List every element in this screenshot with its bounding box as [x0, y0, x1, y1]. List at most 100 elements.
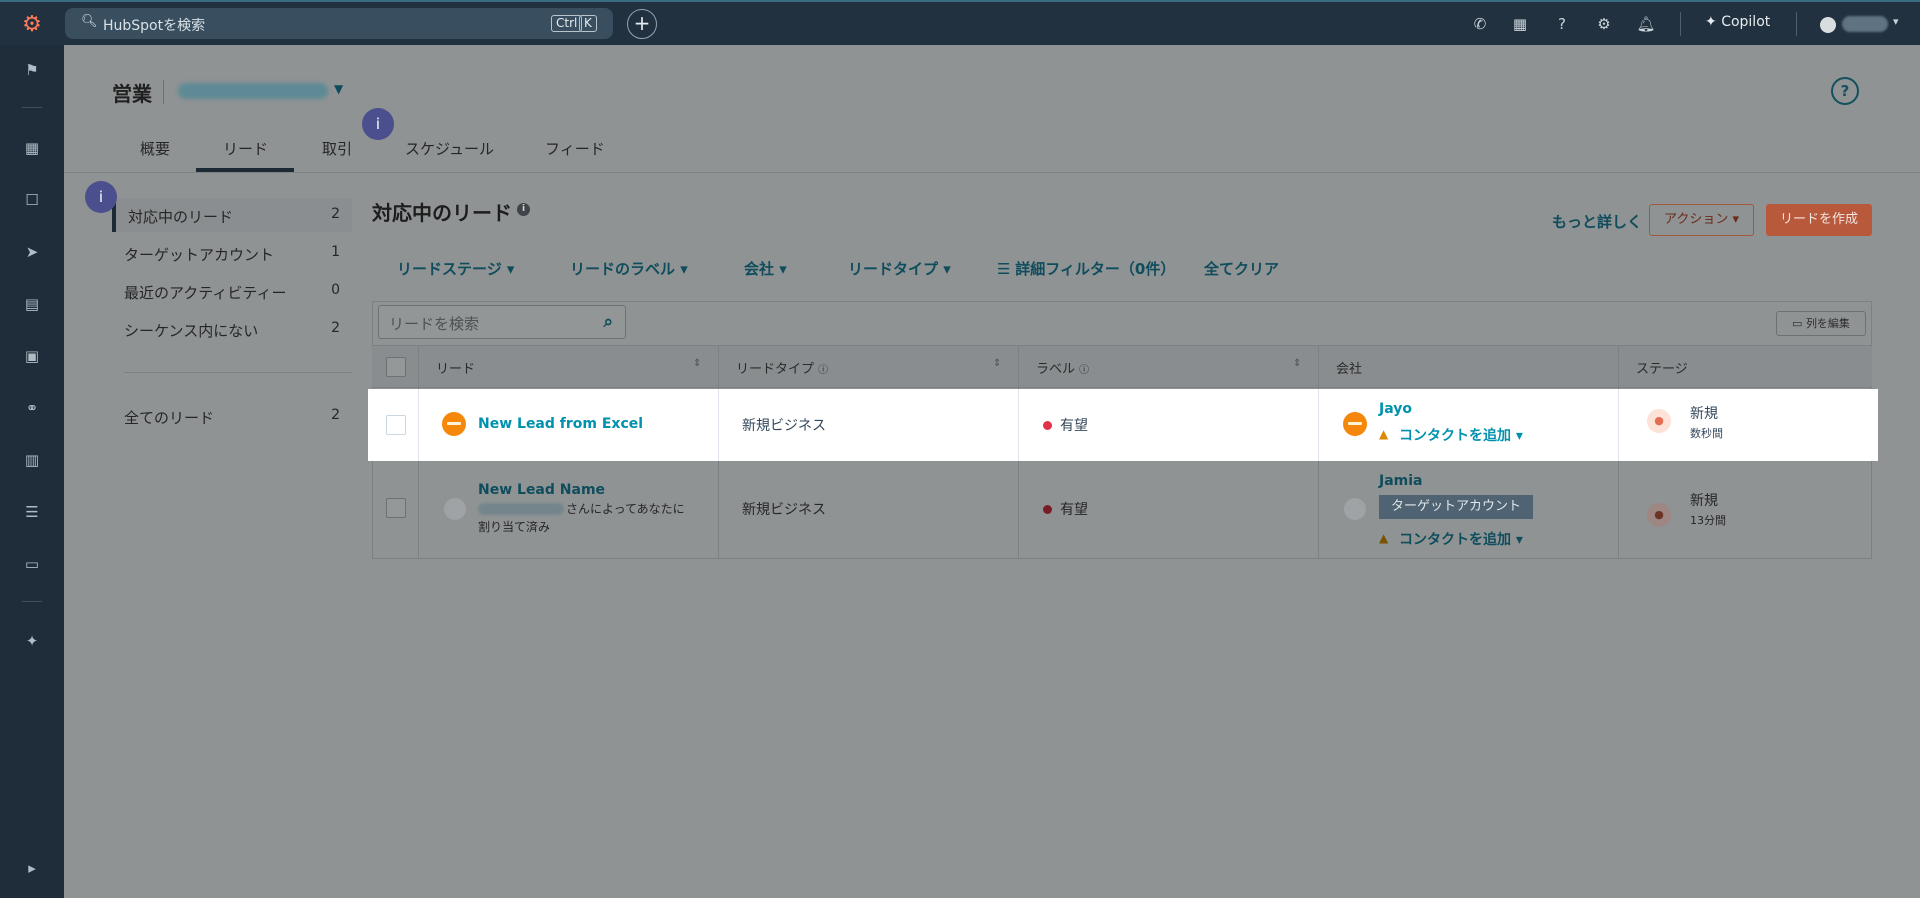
stage-value: 新規	[1690, 493, 1718, 509]
table-row[interactable]: New Lead Name さんによってあなたに 割り当て済み 新規ビジネス 有…	[372, 461, 1872, 558]
label-value: 有望	[1060, 418, 1088, 434]
column-divider	[418, 389, 419, 461]
sparkle-icon[interactable]: ✦	[22, 631, 42, 651]
label-value: 有望	[1060, 502, 1088, 518]
edit-columns-button[interactable]: ▭ 列を編集	[1776, 311, 1866, 336]
help-icon[interactable]: ?	[1552, 14, 1572, 34]
hubspot-logo-icon[interactable]: ⚙	[18, 11, 46, 39]
folder-icon[interactable]: ▭	[22, 554, 42, 574]
column-header-stage[interactable]: ステージ	[1636, 358, 1688, 377]
filter-lead-type[interactable]: リードタイプ ▾	[848, 258, 951, 279]
topbar-divider	[1796, 12, 1797, 36]
lead-name-link[interactable]: New Lead Name	[478, 482, 605, 498]
help-button[interactable]: ?	[1831, 77, 1859, 105]
tab-overview[interactable]: 概要	[140, 138, 170, 159]
sidebar-item-label: 最近のアクティビティー	[124, 284, 287, 302]
filter-lead-stage[interactable]: リードステージ ▾	[397, 258, 514, 279]
avatar[interactable]	[1820, 17, 1836, 33]
rail-divider	[22, 601, 42, 602]
sort-icon[interactable]: ⇕	[1293, 358, 1301, 369]
filter-company[interactable]: 会社 ▾	[744, 258, 787, 279]
column-header-lead[interactable]: リード	[436, 358, 475, 377]
marketplace-icon[interactable]: ▦	[1510, 14, 1530, 34]
select-all-checkbox[interactable]	[386, 357, 406, 377]
info-icon: ⓘ	[1079, 365, 1090, 376]
automation-icon[interactable]: ⚭	[22, 398, 42, 418]
info-icon[interactable]: i	[517, 203, 530, 216]
marketing-icon[interactable]: ➤	[22, 242, 42, 262]
expand-sidebar-icon[interactable]: ▸	[22, 858, 42, 878]
column-header-company[interactable]: 会社	[1336, 358, 1362, 377]
top-navigation-bar: ⚙ 🔍︎ HubSpotを検索 Ctrl K + ✆ ▦ ? ⚙ 🔔︎ ✦ Co…	[0, 0, 1920, 45]
content-icon[interactable]: ▤	[22, 294, 42, 314]
bell-icon[interactable]: 🔔︎	[1636, 14, 1656, 34]
tab-schedule[interactable]: スケジュール	[405, 138, 494, 159]
account-name-blurred[interactable]	[1842, 16, 1888, 32]
tab-feed[interactable]: フィード	[545, 138, 605, 159]
clear-all-filters[interactable]: 全てクリア	[1204, 258, 1279, 279]
active-tab-indicator	[196, 168, 294, 172]
sidebar-item-active-leads[interactable]: 対応中のリード 2	[112, 198, 352, 232]
global-search-input[interactable]: 🔍︎ HubSpotを検索 Ctrl K	[65, 8, 613, 39]
sidebar-item-count: 2	[331, 206, 340, 222]
sort-icon[interactable]: ⇕	[693, 358, 701, 369]
dashboard-grid-icon[interactable]: ▦	[22, 138, 42, 158]
tab-bar: 概要 リード 取引 スケジュール フィード	[64, 118, 1920, 173]
global-search-placeholder: HubSpotを検索	[103, 18, 206, 34]
rail-divider	[22, 107, 42, 108]
tab-leads[interactable]: リード	[223, 138, 268, 159]
add-contact-link[interactable]: コンタクトを追加 ▾	[1399, 425, 1523, 445]
advanced-filter[interactable]: ☰ 詳細フィルター（0件）	[997, 258, 1175, 279]
lead-search-input[interactable]: リードを検索 ⌕	[378, 305, 626, 339]
sidebar-item-count: 1	[331, 244, 340, 260]
chevron-down-icon[interactable]: ▾	[1893, 15, 1899, 28]
lead-name-link[interactable]: New Lead from Excel	[478, 416, 643, 432]
sort-icon[interactable]: ⇕	[993, 358, 1001, 369]
commerce-icon[interactable]: ▣	[22, 346, 42, 366]
info-badge[interactable]: i	[85, 181, 117, 213]
row-checkbox[interactable]	[386, 415, 406, 435]
column-header-label[interactable]: ラベル ⓘ	[1036, 358, 1089, 377]
add-contact-link[interactable]: コンタクトを追加 ▾	[1399, 529, 1523, 549]
sidebar-item-label: 全てのリード	[124, 409, 215, 427]
phone-icon[interactable]: ✆	[1470, 14, 1490, 34]
search-icon[interactable]: ⌕	[603, 312, 613, 332]
search-icon: 🔍︎	[81, 14, 98, 29]
filter-lead-label[interactable]: リードのラベル ▾	[570, 258, 688, 279]
row-checkbox[interactable]	[386, 498, 406, 518]
company-name-link[interactable]: Jamia	[1379, 473, 1423, 489]
gear-icon[interactable]: ⚙	[1594, 14, 1614, 34]
company-name-link[interactable]: Jayo	[1379, 401, 1412, 417]
sidebar-item-target-accounts[interactable]: ターゲットアカウント 1	[112, 236, 352, 270]
target-account-tag: ターゲットアカウント	[1379, 495, 1534, 519]
table-row[interactable]: New Lead from Excel 新規ビジネス 有望 Jayo ▲ コンタ…	[368, 389, 1878, 461]
reports-icon[interactable]: ▥	[22, 450, 42, 470]
chevron-down-icon[interactable]: ▼	[334, 82, 343, 96]
info-icon: ⓘ	[818, 365, 829, 376]
copilot-button[interactable]: ✦ Copilot	[1705, 14, 1770, 30]
contacts-icon[interactable]: ☐	[22, 190, 42, 210]
tab-deals[interactable]: 取引	[322, 138, 352, 159]
column-header-lead-type[interactable]: リードタイプ ⓘ	[736, 358, 828, 377]
sidebar-item-count: 2	[331, 320, 340, 336]
database-icon[interactable]: ☰	[22, 502, 42, 522]
create-new-button[interactable]: +	[627, 9, 657, 39]
pipeline-name-blurred[interactable]	[178, 83, 328, 99]
column-divider	[1018, 389, 1019, 461]
actions-button[interactable]: アクション ▾	[1649, 204, 1754, 236]
sidebar-item-recent-activity[interactable]: 最近のアクティビティー 0	[112, 274, 352, 308]
info-badge[interactable]: i	[362, 108, 394, 140]
section-title: 対応中のリード	[372, 201, 512, 225]
sidebar-item-not-in-sequence[interactable]: シーケンス内にない 2	[112, 312, 352, 346]
sidebar-item-label: ターゲットアカウント	[124, 246, 275, 264]
sidebar-item-count: 2	[331, 407, 340, 423]
create-lead-button[interactable]: リードを作成	[1766, 204, 1872, 236]
sidebar-item-all-leads[interactable]: 全てのリード 2	[112, 399, 352, 433]
bookmark-icon[interactable]: ⚑	[22, 60, 42, 80]
table-header: リード ⇕ リードタイプ ⓘ ⇕ ラベル ⓘ ⇕ 会社 ステージ	[372, 345, 1872, 388]
sidebar-divider	[124, 372, 352, 373]
title-divider	[163, 80, 164, 104]
learn-more-link[interactable]: もっと詳しく	[1552, 211, 1642, 232]
page-title: 営業	[112, 82, 152, 106]
sidebar-item-label: 対応中のリード	[128, 208, 234, 226]
